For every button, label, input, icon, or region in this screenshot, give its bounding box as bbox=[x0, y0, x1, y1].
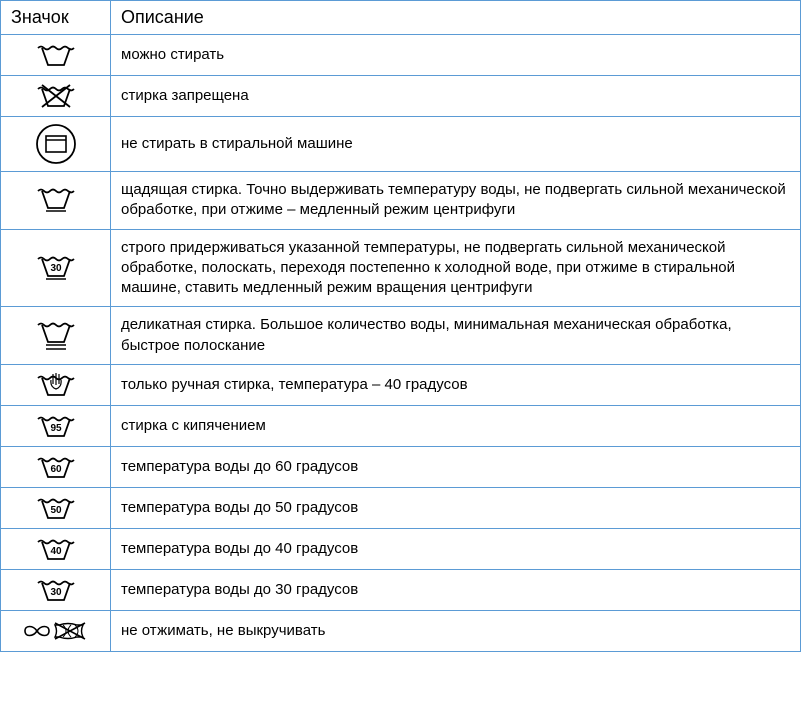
description: температура воды до 60 градусов bbox=[111, 446, 801, 487]
table-row: не отжимать, не выкручивать bbox=[1, 610, 801, 651]
table-row: 95 стирка с кипячением bbox=[1, 405, 801, 446]
description: температура воды до 40 градусов bbox=[111, 528, 801, 569]
wash-30-1bar-icon: 30 bbox=[1, 229, 111, 307]
description: не отжимать, не выкручивать bbox=[111, 610, 801, 651]
description: стирка запрещена bbox=[111, 76, 801, 117]
laundry-symbols-table: Значок Описание можно стиратьстирка запр… bbox=[0, 0, 801, 652]
svg-text:50: 50 bbox=[50, 505, 62, 516]
table-row: не стирать в стиральной машине bbox=[1, 117, 801, 172]
description: стирка с кипячением bbox=[111, 405, 801, 446]
description: температура воды до 30 градусов bbox=[111, 569, 801, 610]
description: строго придерживаться указанной температ… bbox=[111, 229, 801, 307]
handwash-icon bbox=[1, 364, 111, 405]
wash-1bar-icon bbox=[1, 172, 111, 230]
wash-60-icon: 60 bbox=[1, 446, 111, 487]
svg-text:95: 95 bbox=[50, 423, 62, 434]
table-row: 60 температура воды до 60 градусов bbox=[1, 446, 801, 487]
table-row: 30 строго придерживаться указанной темпер… bbox=[1, 229, 801, 307]
table-row: 50 температура воды до 50 градусов bbox=[1, 487, 801, 528]
table-row: деликатная стирка. Большое количество во… bbox=[1, 307, 801, 365]
description: не стирать в стиральной машине bbox=[111, 117, 801, 172]
wash-95-icon: 95 bbox=[1, 405, 111, 446]
description: можно стирать bbox=[111, 35, 801, 76]
svg-text:30: 30 bbox=[50, 263, 62, 274]
no-machine-icon bbox=[1, 117, 111, 172]
table-row: 30 температура воды до 30 градусов bbox=[1, 569, 801, 610]
table-row: щадящая стирка. Точно выдерживать темпер… bbox=[1, 172, 801, 230]
table-row: стирка запрещена bbox=[1, 76, 801, 117]
svg-text:60: 60 bbox=[50, 464, 62, 475]
wash-50-icon: 50 bbox=[1, 487, 111, 528]
header-desc: Описание bbox=[111, 1, 801, 35]
wash-icon bbox=[1, 35, 111, 76]
wash-no-icon bbox=[1, 76, 111, 117]
no-wring-icon bbox=[1, 610, 111, 651]
description: температура воды до 50 градусов bbox=[111, 487, 801, 528]
table-row: только ручная стирка, температура – 40 г… bbox=[1, 364, 801, 405]
wash-2bar-icon bbox=[1, 307, 111, 365]
description: деликатная стирка. Большое количество во… bbox=[111, 307, 801, 365]
table-row: 40 температура воды до 40 градусов bbox=[1, 528, 801, 569]
description: только ручная стирка, температура – 40 г… bbox=[111, 364, 801, 405]
description: щадящая стирка. Точно выдерживать темпер… bbox=[111, 172, 801, 230]
table-row: можно стирать bbox=[1, 35, 801, 76]
header-icon: Значок bbox=[1, 1, 111, 35]
wash-40-icon: 40 bbox=[1, 528, 111, 569]
svg-text:30: 30 bbox=[50, 587, 62, 598]
svg-text:40: 40 bbox=[50, 546, 62, 557]
wash-30-icon: 30 bbox=[1, 569, 111, 610]
